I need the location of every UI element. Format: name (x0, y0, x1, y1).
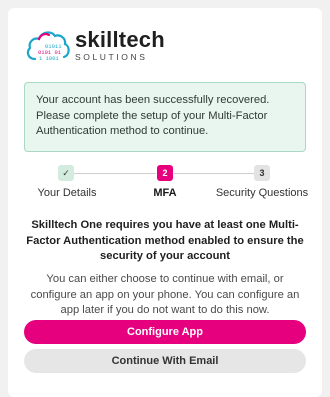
logo-binary-line: 1 1001 (39, 55, 60, 62)
mfa-requirement-heading: Skilltech One requires you have at least… (26, 219, 304, 262)
company-logo: 01011 0101 01 1 1001 skilltech SOLUTIONS (25, 25, 165, 65)
stepper-connector (74, 173, 156, 174)
step-1-check-icon: ✓ (58, 165, 74, 181)
mfa-setup-card: 01011 0101 01 1 1001 skilltech SOLUTIONS… (8, 8, 322, 397)
step-3-badge: 3 (254, 165, 270, 181)
brand-name: skilltech (75, 26, 165, 52)
mfa-options-description: You can either choose to continue with e… (30, 273, 300, 316)
step-2-badge: 2 (157, 165, 173, 181)
progress-stepper: ✓ 2 3 Your Details MFA Security Question… (8, 165, 322, 205)
step-1-label: Your Details (37, 187, 97, 199)
stepper-connector (174, 173, 256, 174)
continue-with-email-button[interactable]: Continue With Email (24, 349, 306, 373)
brand-tagline: SOLUTIONS (75, 51, 148, 62)
configure-app-button[interactable]: Configure App (24, 320, 306, 344)
success-alert: Your account has been successfully recov… (24, 82, 306, 152)
cloud-binary-icon: 01011 0101 01 1 1001 (26, 31, 70, 62)
step-2-label: MFA (153, 187, 177, 199)
step-3-label: Security Questions (215, 187, 309, 199)
